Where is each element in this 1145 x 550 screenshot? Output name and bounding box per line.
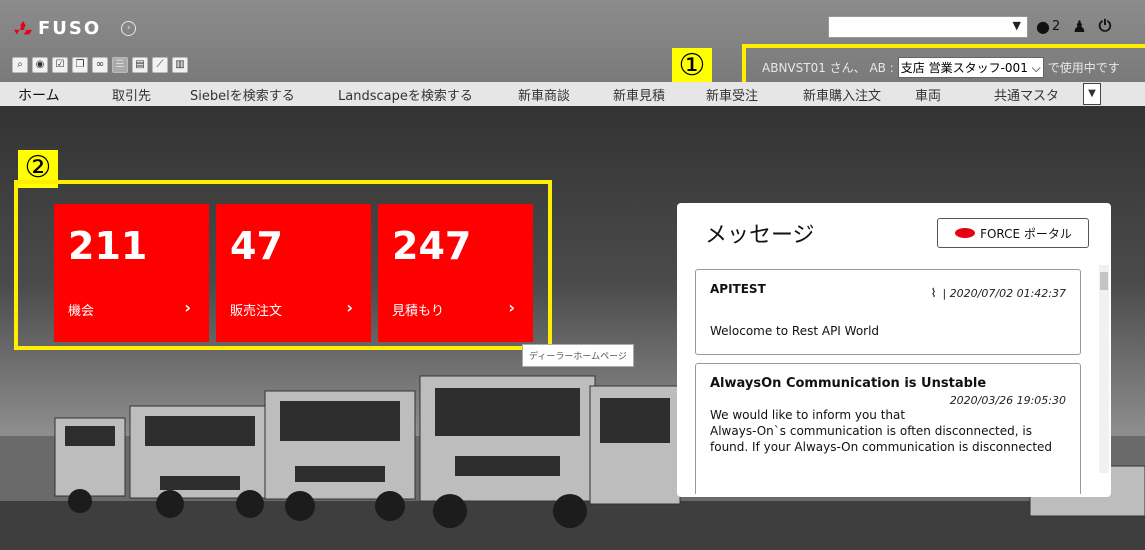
history-icon[interactable]: ◉: [32, 57, 48, 73]
document-icon[interactable]: ▤: [132, 57, 148, 73]
chevron-right-icon: ›: [184, 298, 191, 317]
user-context-select[interactable]: ▼: [828, 16, 1028, 38]
force-logo-icon: [955, 228, 976, 238]
brand-name: FUSO: [38, 18, 102, 39]
mitsubishi-logo-icon: [14, 20, 32, 34]
notification-icon[interactable]: ●: [1036, 17, 1050, 36]
panel-title: メッセージ: [705, 223, 815, 248]
user-suffix: で使用中です: [1047, 60, 1120, 75]
user-icon[interactable]: ♟: [1072, 17, 1086, 36]
dealer-homepage-tooltip: ディーラーホームページ: [522, 344, 634, 367]
clipboard-check-icon[interactable]: ☑: [52, 57, 68, 73]
link-icon[interactable]: ∞: [92, 57, 108, 73]
tab-new-car-deals[interactable]: 新車商談: [518, 85, 570, 104]
message-body-line: We would like to inform you that: [710, 408, 906, 422]
app-switch-icon[interactable]: ›: [121, 21, 137, 36]
tab-landscape-search[interactable]: Landscapeを検索する: [338, 85, 473, 104]
message-date: 2020/03/26 19:05:30: [949, 394, 1066, 407]
line-chart-icon[interactable]: ⟋: [152, 57, 168, 73]
kpi-count: 47: [230, 224, 283, 268]
power-icon[interactable]: ⏻: [1099, 16, 1112, 36]
message-body: Welocome to Rest API World: [710, 324, 880, 338]
kpi-count: 211: [68, 224, 148, 268]
nav-more-dropdown[interactable]: ▼: [1083, 83, 1101, 105]
kpi-label: 販売注文: [230, 304, 283, 319]
message-item[interactable]: APITEST ⌇ | 2020/07/02 01:42:37 Welocome …: [695, 269, 1081, 355]
tab-common-master[interactable]: 共通マスタ: [994, 85, 1059, 104]
message-scrollbar[interactable]: [1099, 265, 1109, 473]
message-date: | 2020/07/02 01:42:37: [942, 287, 1066, 300]
tab-new-car-quotes[interactable]: 新車見積: [613, 85, 665, 104]
tab-new-car-orders[interactable]: 新車受注: [706, 85, 758, 104]
list-icon[interactable]: ☰: [112, 57, 128, 73]
role-select[interactable]: 支店 営業スタッフ-001 ⌵: [897, 56, 1044, 78]
kpi-tile-opportunities[interactable]: 211 機会 ›: [54, 204, 209, 342]
message-scroll-thumb[interactable]: [1100, 272, 1108, 290]
message-panel: メッセージ FORCE ポータル APITEST ⌇ | 2020/07/02 0…: [677, 203, 1111, 497]
chevron-right-icon: ›: [346, 298, 353, 317]
message-item[interactable]: AlwaysOn Communication is Unstable 2020/…: [695, 363, 1081, 494]
force-portal-button[interactable]: FORCE ポータル: [937, 218, 1089, 248]
chevron-right-icon: ›: [508, 298, 515, 317]
force-portal-label: FORCE ポータル: [980, 226, 1072, 241]
kpi-label: 機会: [68, 304, 95, 319]
kpi-tile-sales-orders[interactable]: 47 販売注文 ›: [216, 204, 371, 342]
tab-new-car-purchase[interactable]: 新車購入注文: [803, 85, 881, 104]
main-nav: ホーム 取引先 Siebelを検索する Landscapeを検索する 新車商談 …: [0, 82, 1145, 106]
header-actions: ● 2 ♟ ⏻: [1036, 16, 1111, 36]
kpi-label: 見積もり: [392, 304, 445, 319]
message-list: APITEST ⌇ | 2020/07/02 01:42:37 Welocome …: [695, 269, 1100, 494]
attachment-icon[interactable]: ⌇: [931, 286, 937, 300]
chevron-down-icon: ⌵: [1031, 60, 1041, 75]
tab-vehicles[interactable]: 車両: [915, 85, 941, 104]
search-icon[interactable]: ⌕: [12, 57, 28, 73]
fuso-logo[interactable]: FUSO ›: [14, 18, 137, 39]
kpi-tile-quotes[interactable]: 247 見積もり ›: [378, 204, 533, 342]
user-greeting: ABNVST01 さん、 AB :: [762, 60, 894, 75]
tab-accounts[interactable]: 取引先: [112, 85, 151, 104]
notification-count: 2: [1051, 18, 1061, 34]
message-title: APITEST: [710, 282, 766, 296]
chevron-down-icon: ▼: [1012, 19, 1021, 32]
toolbar: ⌕ ◉ ☑ ❐ ∞ ☰ ▤ ⟋ ▥: [12, 57, 188, 73]
role-select-value: 支店 営業スタッフ-001: [900, 60, 1028, 75]
bar-chart-icon[interactable]: ▥: [172, 57, 188, 73]
kpi-count: 247: [392, 224, 472, 268]
copy-icon[interactable]: ❐: [72, 57, 88, 73]
annotation-marker-1: ①: [672, 48, 712, 86]
tab-home[interactable]: ホーム: [18, 85, 60, 105]
message-body-line: Always-On`s communication is often disco…: [710, 424, 1032, 438]
tab-siebel-search[interactable]: Siebelを検索する: [190, 85, 295, 104]
message-body-line: found. If your Always-On communication i…: [710, 440, 1053, 454]
message-title: AlwaysOn Communication is Unstable: [710, 376, 987, 391]
